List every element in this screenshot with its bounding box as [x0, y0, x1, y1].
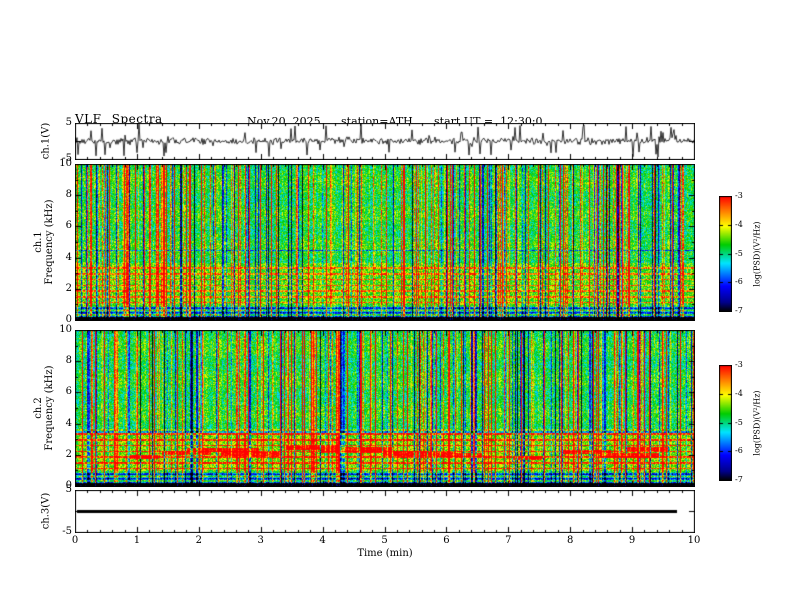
- time-tick-label: 2: [195, 535, 202, 546]
- colorbar-tick-label-2: -5: [735, 417, 743, 427]
- freq-tick-label-ch2: 4: [65, 417, 72, 429]
- ch1-spectrogram-canvas: [75, 164, 695, 321]
- time-tick-label: 4: [319, 535, 326, 546]
- freq-tick-label-ch1: 2: [65, 282, 72, 294]
- colorbar-label-ch1: log(PSD)(V²/Hz): [752, 221, 762, 287]
- ch2-spec-ylabel-line2: Frequency (kHz): [44, 365, 55, 451]
- time-tick-label: 3: [257, 535, 264, 546]
- time-tick-label: 6: [443, 535, 450, 546]
- freq-tick-label-ch1: 8: [65, 189, 72, 201]
- ch3-waveform-canvas: [75, 490, 695, 533]
- time-tick-label: 5: [381, 535, 388, 546]
- time-tick-label: 8: [567, 535, 574, 546]
- ch1-waveform-canvas: [75, 123, 695, 160]
- time-tick-label: 1: [133, 535, 141, 546]
- ch1-spec-ylabel-line1: ch.1: [33, 231, 44, 253]
- ch2-spec-ylabel-line1: ch.2: [33, 397, 44, 419]
- colorbar-tick-label-1: -5: [735, 248, 743, 258]
- wave-tick-label-ch1: -5: [62, 153, 72, 164]
- time-tick-label: 10: [687, 535, 701, 546]
- wave-tick-label-ch3: 5: [65, 484, 72, 495]
- colorbar-tick-label-2: -3: [735, 360, 743, 369]
- time-axis-label: Time (min): [357, 548, 413, 559]
- colorbar-tick-label-1: -3: [735, 191, 743, 200]
- freq-tick-label-ch1: 6: [65, 220, 72, 232]
- time-tick-label: 9: [628, 535, 636, 546]
- vlf-spectra-plot: VLF Spectra Nov.20, 2025 station=ATH sta…: [0, 0, 792, 612]
- colorbar-tick-label-2: -4: [735, 388, 743, 398]
- freq-tick-label-ch2: 10: [59, 324, 72, 335]
- colorbar-tick-label-1: -7: [735, 306, 743, 315]
- colorbar-label-ch2: log(PSD)(V²/Hz): [752, 390, 762, 456]
- colorbar-tick-label-2: -7: [735, 475, 743, 484]
- freq-tick-label-ch1: 4: [65, 251, 72, 263]
- colorbar-ch1-canvas: [719, 196, 732, 312]
- colorbar-tick-label-1: -6: [735, 277, 743, 287]
- colorbar-tick-label-1: -4: [735, 219, 743, 229]
- ch3-wave-ylabel: ch.3(V): [40, 492, 52, 530]
- ch2-spectrogram-canvas: [75, 330, 695, 487]
- freq-tick-label-ch2: 6: [65, 386, 72, 398]
- ch1-spec-ylabel-line2: Frequency (kHz): [44, 199, 55, 285]
- time-tick-label: 7: [505, 535, 512, 546]
- freq-tick-label-ch2: 8: [65, 355, 72, 367]
- wave-tick-label-ch3: -5: [62, 526, 72, 537]
- ch2-spec-ylabel: ch.2 Frequency (kHz): [33, 365, 55, 450]
- colorbar-tick-label-2: -6: [735, 446, 743, 456]
- ch1-spec-ylabel: ch.1 Frequency (kHz): [33, 199, 55, 284]
- freq-tick-label-ch2: 2: [65, 448, 72, 460]
- colorbar-ch2-canvas: [719, 365, 732, 481]
- wave-tick-label-ch1: 5: [65, 117, 72, 128]
